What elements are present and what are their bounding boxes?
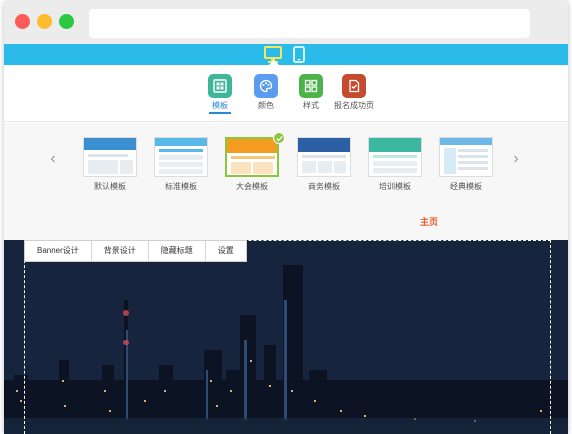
mobile-icon[interactable]: [293, 46, 305, 63]
template-card-classic[interactable]: 经典模板: [439, 137, 493, 195]
banner-preview[interactable]: [4, 240, 568, 434]
template-thumbnail: [368, 137, 422, 177]
template-thumbnail: [439, 137, 493, 177]
tab-success-page-label: 报名成功页: [334, 101, 374, 110]
zoom-window-button[interactable]: [59, 14, 74, 29]
template-thumbnail: [154, 137, 208, 177]
template-gallery: ‹ 默认模板 标准模板 大会模板 商务模板 培训模板 经典模板 › 主页: [4, 123, 568, 240]
banner-edit-outline: [24, 240, 551, 434]
template-thumbnail: [297, 137, 351, 177]
template-card-standard[interactable]: 标准模板: [154, 137, 208, 195]
gallery-prev-arrow-icon[interactable]: ‹: [46, 149, 60, 169]
tab-color[interactable]: 颜色: [241, 74, 291, 118]
device-preview-bar: [4, 44, 568, 66]
template-name: 默认模板: [94, 182, 126, 191]
template-card-business[interactable]: 商务模板: [297, 137, 351, 195]
active-tab-underline: [209, 112, 231, 114]
template-card-default[interactable]: 默认模板: [83, 137, 137, 195]
selected-check-icon: [273, 132, 285, 144]
banner-design-button[interactable]: Banner设计: [25, 241, 92, 261]
design-tabs: 模板 颜色 样式 报名成功页: [4, 65, 568, 122]
settings-button[interactable]: 设置: [206, 241, 246, 261]
close-window-button[interactable]: [15, 14, 30, 29]
style-grid-icon: [299, 74, 323, 98]
nav-home-link[interactable]: 主页: [409, 215, 449, 228]
success-page-icon: [342, 74, 366, 98]
template-card-conference[interactable]: 大会模板: [225, 132, 285, 195]
template-name: 经典模板: [450, 182, 482, 191]
template-icon: [208, 74, 232, 98]
tab-success-page[interactable]: 报名成功页: [329, 74, 379, 118]
browser-window: 模板 颜色 样式 报名成功页 ‹ 默认模板 标准模板 大会模板 商务模板 培训模…: [4, 0, 568, 434]
template-name: 标准模板: [165, 182, 197, 191]
address-bar[interactable]: [89, 9, 530, 38]
palette-icon: [254, 74, 278, 98]
hide-title-button[interactable]: 隐藏标题: [149, 241, 206, 261]
banner-edit-toolbar: Banner设计 背景设计 隐藏标题 设置: [24, 240, 247, 262]
template-thumbnail: [225, 137, 279, 177]
minimize-window-button[interactable]: [37, 14, 52, 29]
template-thumbnail: [83, 137, 137, 177]
template-card-training[interactable]: 培训模板: [368, 137, 422, 195]
title-bar: [4, 0, 568, 44]
tab-template[interactable]: 模板: [195, 74, 245, 118]
template-name: 大会模板: [236, 182, 268, 191]
template-name: 培训模板: [379, 182, 411, 191]
template-name: 商务模板: [308, 182, 340, 191]
gallery-next-arrow-icon[interactable]: ›: [509, 149, 523, 169]
background-design-button[interactable]: 背景设计: [92, 241, 149, 261]
